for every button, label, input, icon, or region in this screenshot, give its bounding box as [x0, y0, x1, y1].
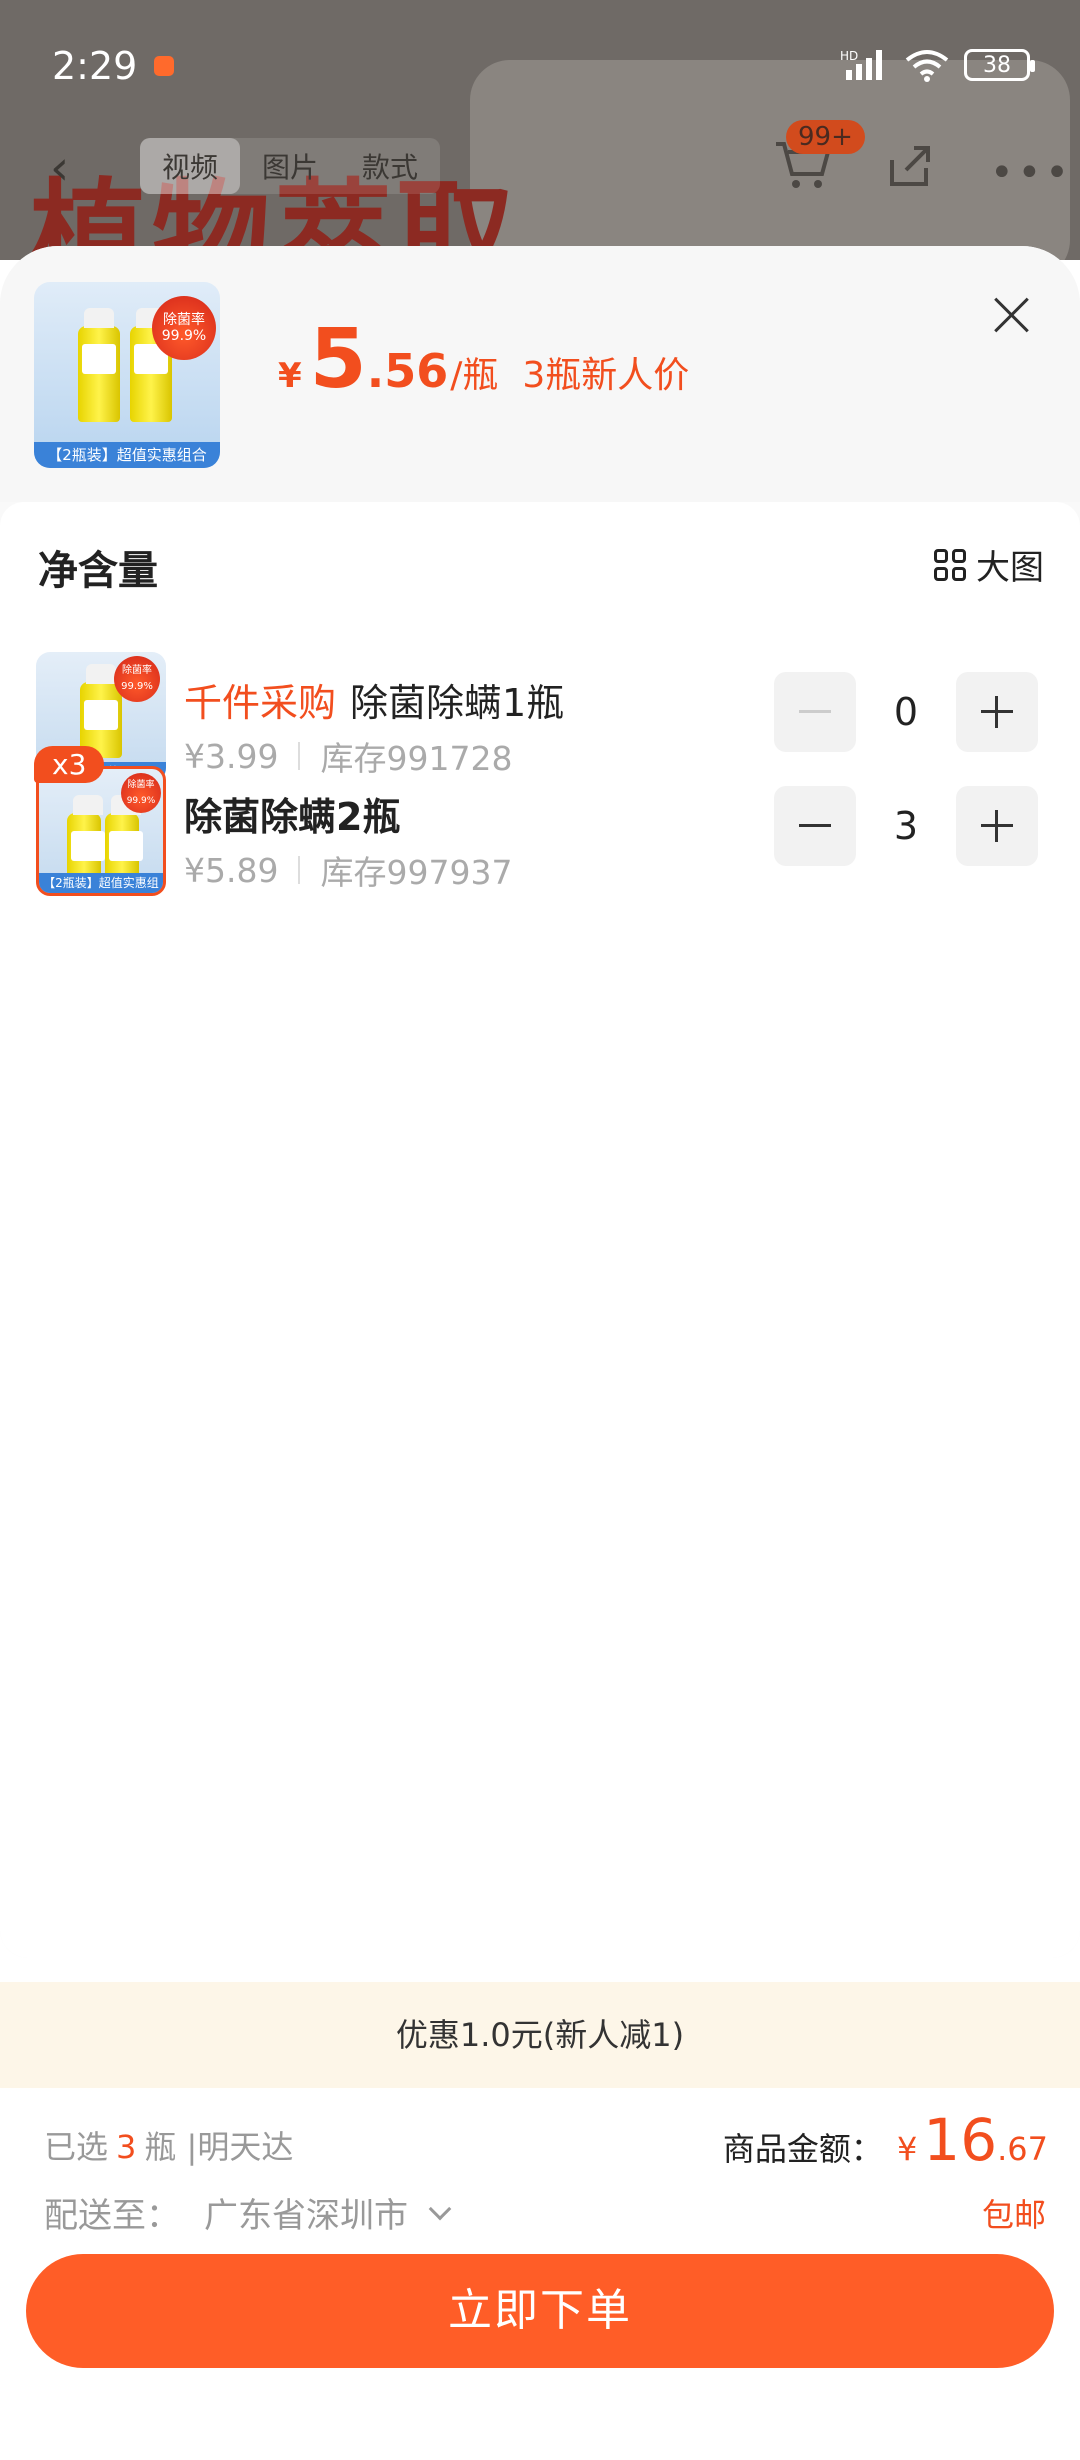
quantity-stepper: 0 — [774, 672, 1038, 752]
shipping-address-selector[interactable]: 配送至： 广东省深圳市 — [44, 2188, 452, 2237]
sheet-body: 净含量 大图 除菌率99.9% 单瓶装 千件采购 除菌除螨1瓶 ¥3.99 库存… — [0, 502, 1080, 1958]
buy-now-button[interactable]: 立即下单 — [26, 2254, 1054, 2368]
battery-icon: 38 — [964, 49, 1035, 81]
back-icon[interactable]: ‹ — [50, 140, 69, 196]
total-integer: 16 — [923, 2106, 998, 2174]
battery-level: 38 — [983, 52, 1011, 78]
price-decimal: .56 — [366, 344, 449, 398]
free-shipping-label: 包邮 — [981, 2196, 1046, 2234]
sheet-header: 除菌率99.9% 【2瓶装】超值实惠组合 ¥ 5 .56 /瓶 3瓶新人价 — [0, 246, 1080, 502]
media-tabs: 视频 图片 款式 — [140, 138, 441, 194]
selected-quantity-badge: x3 — [34, 746, 105, 783]
thumbnail-caption: 【2瓶装】超值实惠组合 — [34, 442, 220, 468]
status-bar: 2:29 HD 38 — [0, 0, 1080, 130]
sku-thumbnail-caption: 【2瓶装】超值实惠组合 — [39, 873, 163, 893]
selection-summary: 已选 3 瓶 |明天达 — [44, 2122, 293, 2168]
network-label: HD — [840, 49, 858, 63]
signal-icon: HD — [840, 49, 882, 80]
selected-suffix: 瓶 |明天达 — [144, 2128, 294, 2166]
increase-button[interactable] — [956, 786, 1038, 866]
sku-title: 除菌除螨2瓶 — [184, 795, 401, 839]
new-user-price-tag: 3瓶新人价 — [522, 355, 690, 396]
more-icon[interactable]: ••• — [990, 150, 1073, 196]
decrease-button[interactable] — [774, 786, 856, 866]
quantity-value[interactable]: 0 — [856, 690, 956, 734]
sku-title: 除菌除螨1瓶 — [350, 681, 565, 725]
sku-name: 千件采购 除菌除螨1瓶 — [184, 672, 564, 727]
status-time: 2:29 — [52, 44, 138, 88]
share-icon[interactable] — [884, 140, 934, 190]
quantity-value[interactable]: 3 — [856, 804, 956, 848]
decrease-button[interactable] — [774, 672, 856, 752]
product-thumbnail[interactable]: 除菌率99.9% 【2瓶装】超值实惠组合 — [34, 282, 220, 468]
ship-location: 广东省深圳市 — [204, 2196, 408, 2236]
grid-icon — [934, 548, 966, 581]
chevron-down-icon — [428, 2197, 452, 2220]
discount-banner: 优惠1.0元(新人减1) — [0, 1982, 1080, 2088]
price-integer: 5 — [309, 312, 367, 407]
sku-thumbnail[interactable]: 除菌率99.9% 【2瓶装】超值实惠组合 — [36, 766, 166, 896]
sku-stock: 库存997937 — [320, 853, 513, 892]
large-view-label: 大图 — [976, 548, 1044, 588]
sku-price: ¥5.89 — [184, 850, 279, 890]
total-currency-symbol: ¥ — [896, 2130, 918, 2168]
checkout-footer: 已选 3 瓶 |明天达 商品金额： ¥ 16 .67 配送至： 广东省深圳市 包邮 … — [0, 2088, 1080, 2460]
selected-count: 3 — [116, 2128, 137, 2166]
total-label: 商品金额： — [722, 2130, 883, 2168]
price-display: ¥ 5 .56 /瓶 3瓶新人价 — [278, 312, 689, 407]
status-icons: HD 38 — [840, 48, 1035, 82]
tab-images[interactable]: 图片 — [240, 138, 340, 194]
sku-name: 除菌除螨2瓶 — [184, 786, 400, 841]
app-notification-icon — [154, 56, 174, 76]
tab-video[interactable]: 视频 — [140, 138, 241, 194]
total-amount: 商品金额： ¥ 16 .67 — [723, 2106, 1048, 2174]
net-content-title: 净含量 — [38, 548, 158, 594]
sku-row[interactable]: 除菌率99.9% 【2瓶装】超值实惠组合 x3 除菌除螨2瓶 ¥5.89 库存9… — [0, 746, 1080, 906]
sterilization-badge: 除菌率99.9% — [121, 773, 161, 813]
total-decimal: .67 — [997, 2130, 1048, 2168]
large-view-toggle[interactable]: 大图 — [934, 540, 1044, 589]
ship-label: 配送至： — [44, 2196, 180, 2236]
currency-symbol: ¥ — [278, 356, 302, 396]
price-unit: /瓶 — [450, 355, 499, 396]
quantity-stepper: 3 — [774, 786, 1038, 866]
selected-prefix: 已选 — [44, 2128, 109, 2166]
tab-styles[interactable]: 款式 — [340, 138, 440, 194]
wifi-icon — [905, 50, 949, 82]
sku-meta: ¥5.89 库存997937 — [184, 846, 512, 894]
sku-selector-sheet: 除菌率99.9% 【2瓶装】超值实惠组合 ¥ 5 .56 /瓶 3瓶新人价 净含… — [0, 246, 1080, 1958]
sku-promo-label: 千件采购 — [184, 681, 337, 725]
increase-button[interactable] — [956, 672, 1038, 752]
sterilization-badge: 除菌率99.9% — [152, 296, 216, 360]
close-icon[interactable] — [984, 288, 1038, 342]
sterilization-badge: 除菌率99.9% — [114, 656, 160, 702]
divider — [298, 856, 301, 884]
